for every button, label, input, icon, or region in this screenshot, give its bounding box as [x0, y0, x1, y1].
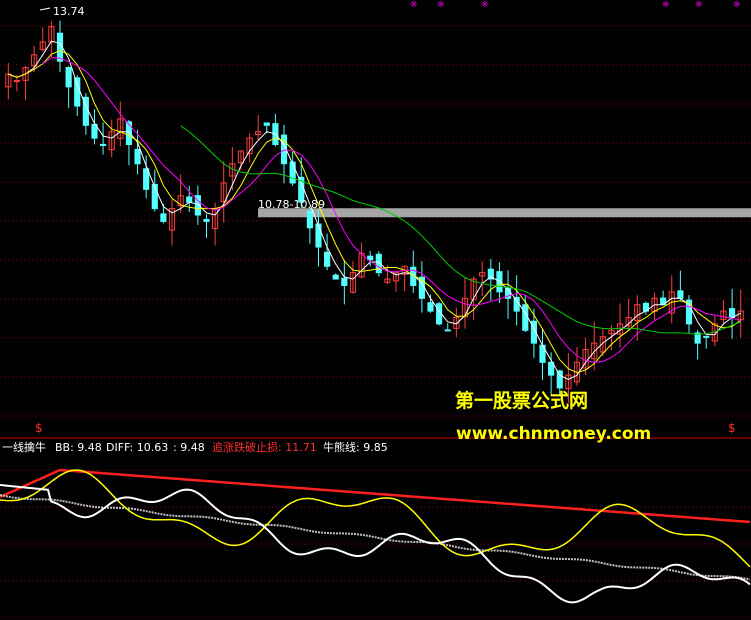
price-band [258, 208, 751, 218]
indicator-header: 一线擒牛 BB: 9.48 DIFF: 10.63 : 9.48 追涨跌破止损:… [2, 440, 388, 454]
indicator-name: 一线擒牛 [2, 440, 46, 454]
signal-marker-right: $ [728, 421, 736, 435]
top-marker: ※ [437, 0, 445, 10]
candle-body [263, 122, 270, 126]
indicator-bb: BB: 9.48 [55, 441, 102, 454]
candle-body [65, 66, 72, 88]
candle-body [203, 219, 210, 222]
candle-body [341, 277, 348, 286]
indicator-stop: 追涨跌破止损: 11.71 [212, 440, 317, 454]
stock-chart: ※ ※ ※ ※ ※ ※ 10.78-10.89 13.74 第一股票公式网 www.chn… [0, 0, 751, 620]
watermark-url: www.chnmoney.com [456, 424, 651, 444]
candle-body [186, 196, 193, 203]
candle-body [677, 290, 684, 299]
top-marker: ※ [733, 0, 741, 10]
candle-body [522, 304, 529, 331]
candle-body [160, 213, 167, 222]
indicator-diff: DIFF: 10.63 [106, 441, 168, 454]
candle-body [324, 251, 331, 267]
indicator-bull: 牛熊线: 9.85 [323, 440, 388, 454]
candle-body [315, 223, 322, 248]
candle-body [134, 149, 141, 165]
candle-body [143, 168, 150, 190]
candle-body [513, 296, 520, 312]
candle-body [100, 143, 107, 146]
top-marker: ※ [481, 0, 489, 10]
candle-body [306, 210, 313, 229]
indicator-diff-extra: : 9.48 [173, 441, 205, 454]
price-band-label: 10.78-10.89 [258, 198, 325, 211]
candle-body [703, 335, 710, 338]
high-price-label: 13.74 [53, 5, 85, 18]
candle-body [13, 79, 21, 82]
top-marker: ※ [662, 0, 670, 10]
signal-marker-left: $ [35, 421, 43, 435]
candle-body [74, 77, 81, 107]
top-marker: ※ [410, 0, 418, 10]
watermark-chinese: 第一股票公式网 [455, 389, 588, 412]
candle-body [289, 161, 296, 184]
candle-body [332, 274, 339, 280]
candle-body [444, 329, 451, 332]
top-marker: ※ [695, 0, 703, 10]
candle-body [427, 302, 434, 312]
candle-body [556, 370, 563, 389]
